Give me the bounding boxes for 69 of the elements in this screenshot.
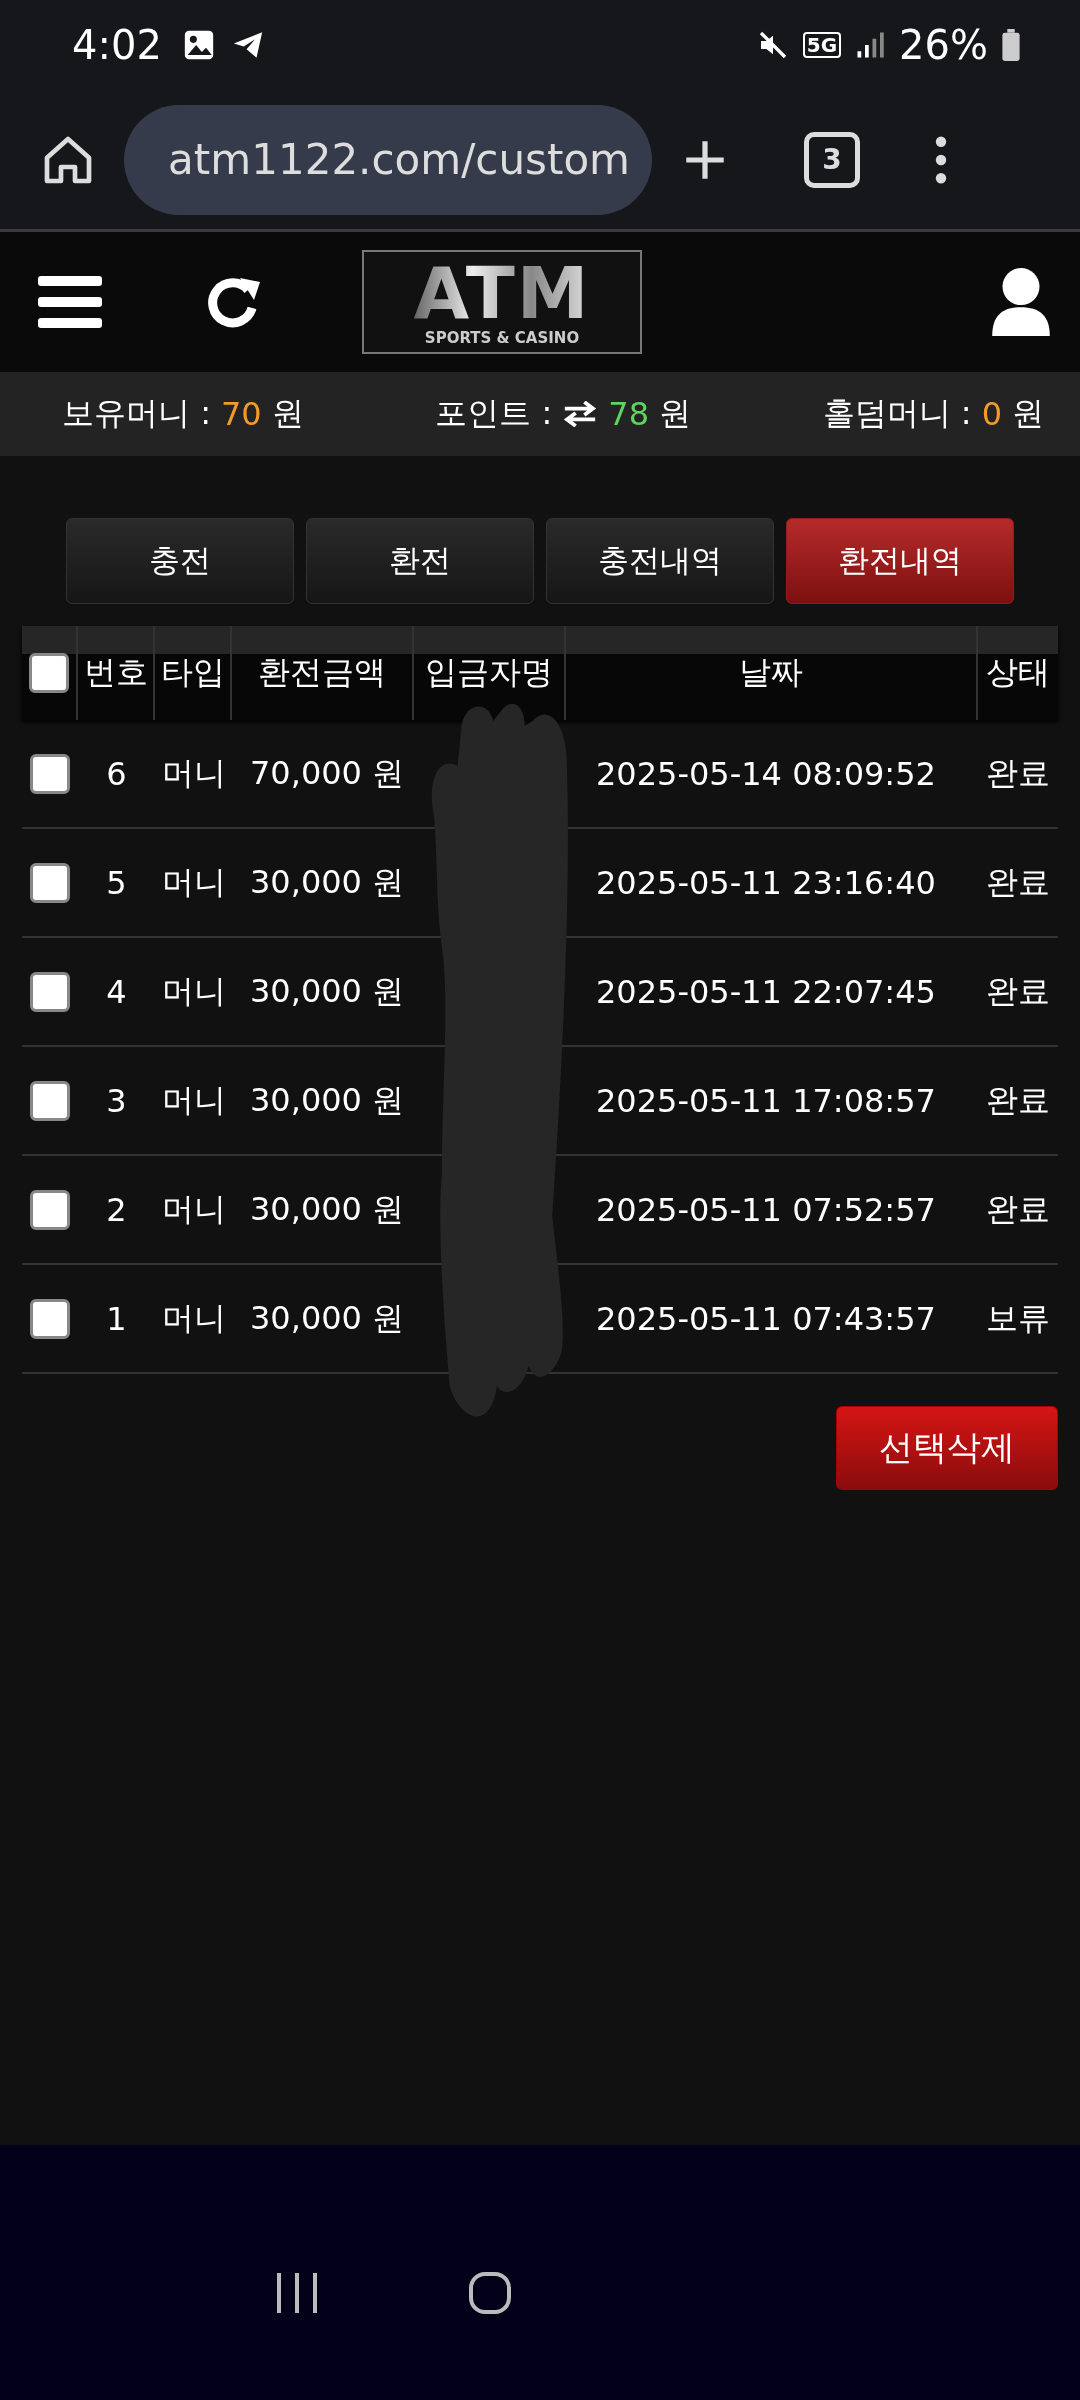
table-cell-text: 30,000 원: [250, 1188, 405, 1230]
exchange-icon: [562, 401, 599, 427]
status-time: 4:02: [72, 22, 162, 68]
table-cell: 2: [106, 1190, 127, 1229]
address-bar[interactable]: atm1122.com/custom: [124, 104, 652, 215]
menu-icon[interactable]: [38, 274, 102, 330]
delete-selected-button[interactable]: 선택삭제: [836, 1406, 1058, 1490]
column-header: 상태: [986, 652, 1050, 693]
table-cell: 1: [106, 1299, 127, 1338]
table-cell: 4: [106, 972, 127, 1011]
table-cell-text: 머니: [161, 1079, 226, 1121]
table-cell: 2025-05-14 08:09:52: [596, 754, 936, 793]
column-header: 타입: [160, 652, 225, 693]
balance-value: 78: [608, 395, 649, 433]
table-cell: 3: [106, 1081, 127, 1120]
home-button-icon[interactable]: [468, 2270, 512, 2315]
battery-percent: 26%: [899, 22, 988, 68]
balance-label: 보유머니 :: [62, 393, 211, 434]
tab[interactable]: 충전: [66, 518, 294, 604]
balance-label: 포인트 :: [435, 393, 553, 434]
table-cell-text: 보류: [986, 1297, 1050, 1339]
table-cell-text: 완료: [986, 970, 1050, 1012]
checkbox[interactable]: [30, 1298, 70, 1339]
table-cell-text: 완료: [986, 1188, 1050, 1230]
table-cell: 6: [106, 754, 127, 793]
table-cell-text: 머니: [161, 1297, 226, 1339]
recent-apps-icon[interactable]: [274, 2272, 319, 2313]
balance-value: 0: [981, 395, 1002, 433]
table-cell-text: 완료: [986, 1079, 1050, 1121]
table-cell-text: 머니: [161, 752, 226, 794]
checkbox[interactable]: [30, 862, 70, 903]
battery-icon: [1002, 29, 1020, 61]
table-cell-text: 70,000 원: [250, 752, 405, 794]
table-cell-text: 30,000 원: [250, 861, 405, 903]
table-cell: 2025-05-11 07:43:57: [596, 1299, 936, 1338]
table-cell-text: 완료: [986, 752, 1050, 794]
tab-count-button[interactable]: 3: [804, 131, 860, 188]
table-cell: 5: [106, 863, 127, 902]
table-cell: 2025-05-11 22:07:45: [596, 972, 936, 1011]
column-header: 날짜: [739, 652, 803, 693]
checkbox[interactable]: [30, 1189, 70, 1230]
table-cell-text: 30,000 원: [250, 1079, 405, 1121]
balance-value: 70: [220, 395, 262, 433]
table-cell-text: 30,000 원: [250, 970, 405, 1012]
table-cell-text: 완료: [986, 861, 1050, 903]
currency-unit: 원: [271, 393, 304, 434]
checkbox[interactable]: [29, 653, 69, 693]
checkbox[interactable]: [30, 971, 70, 1012]
tab[interactable]: 환전내역: [786, 518, 1014, 604]
table-cell-text: 머니: [161, 861, 226, 903]
currency-unit: 원: [1012, 393, 1044, 434]
checkbox[interactable]: [30, 1080, 70, 1121]
site-logo[interactable]: ATM SPORTS & CASINO: [362, 250, 642, 354]
column-header: 번호: [83, 652, 148, 693]
checkbox[interactable]: [30, 753, 70, 794]
table-cell-text: 30,000 원: [250, 1297, 405, 1339]
column-header: 환전금액: [258, 652, 386, 693]
user-icon[interactable]: [990, 266, 1052, 338]
table-cell-text: 머니: [161, 970, 226, 1012]
currency-unit: 원: [659, 393, 691, 434]
balance-label: 홀덤머니 :: [822, 393, 972, 434]
table-cell: 2025-05-11 23:16:40: [596, 863, 936, 902]
tab[interactable]: 환전: [306, 518, 534, 604]
table-cell-text: 머니: [161, 1188, 226, 1230]
column-header: 입금자명: [425, 652, 553, 693]
table-cell: 2025-05-11 07:52:57: [596, 1190, 936, 1229]
table-cell: 2025-05-11 17:08:57: [596, 1081, 936, 1120]
network-label: 5G: [802, 32, 842, 58]
tab[interactable]: 충전내역: [546, 518, 774, 604]
